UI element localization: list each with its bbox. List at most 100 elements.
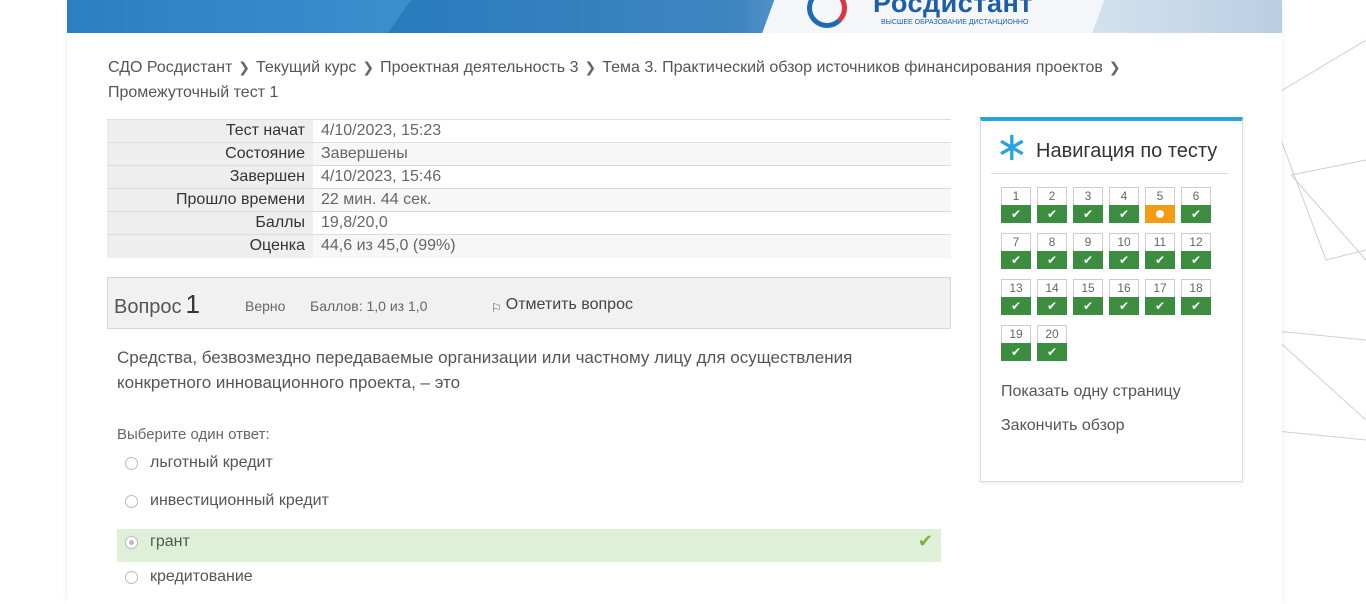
chevron-right-icon: ❯ [1108, 59, 1121, 75]
summary-label: Состояние [107, 142, 313, 166]
summary-label: Баллы [107, 211, 313, 235]
flag-question-label: Отметить вопрос [505, 296, 633, 313]
question-nav-button-2[interactable]: 2 ✔ [1037, 187, 1067, 225]
breadcrumb-item-home[interactable]: СДО Росдистант [108, 59, 232, 76]
checkmark-icon: ✔ [1037, 251, 1067, 269]
question-number: 1 [185, 289, 201, 319]
question-nav-button-8[interactable]: 8 ✔ [1037, 233, 1067, 271]
table-row: Тест начат 4/10/2023, 15:23 [107, 119, 951, 143]
logo-subtitle: ВЫСШЕЕ ОБРАЗОВАНИЕ ДИСТАНЦИОННО [881, 19, 1029, 26]
partial-dot-icon [1145, 205, 1175, 223]
quiz-navigation-block: ∗ Навигация по тесту 1 ✔ 2 ✔ 3 ✔ 4 ✔ 5 6 ✔ 7 ✔ 8 ✔ 9 ✔ 10… [980, 117, 1243, 482]
answer-option[interactable]: кредитование [117, 564, 941, 597]
breadcrumb-item-topic[interactable]: Тема 3. Практический обзор источников фи… [602, 59, 1103, 76]
checkmark-icon: ✔ [1073, 297, 1103, 315]
question-title: Вопрос 1 [114, 289, 201, 319]
summary-label: Завершен [107, 165, 313, 189]
question-nav-number: 5 [1145, 187, 1175, 205]
summary-value: 4/10/2023, 15:46 [313, 165, 951, 189]
flag-question-button[interactable]: ⚐ Отметить вопрос [491, 296, 633, 315]
answer-option-label: инвестиционный кредит [150, 492, 329, 509]
checkmark-icon: ✔ [1181, 251, 1211, 269]
question-nav-button-19[interactable]: 19 ✔ [1001, 325, 1031, 363]
checkmark-icon: ✔ [1037, 297, 1067, 315]
table-row: Завершен 4/10/2023, 15:46 [107, 165, 951, 189]
checkmark-icon: ✔ [1073, 251, 1103, 269]
question-nav-button-13[interactable]: 13 ✔ [1001, 279, 1031, 317]
table-row: Прошло времени 22 мин. 44 сек. [107, 188, 951, 212]
question-nav-number: 12 [1181, 233, 1211, 251]
question-nav-number: 9 [1073, 233, 1103, 251]
question-nav-button-7[interactable]: 7 ✔ [1001, 233, 1031, 271]
checkmark-icon: ✔ [1001, 343, 1031, 361]
question-grade: Баллов: 1,0 из 1,0 [310, 298, 428, 314]
question-nav-button-14[interactable]: 14 ✔ [1037, 279, 1067, 317]
summary-value: 44,6 из 45,0 (99%) [313, 234, 951, 258]
question-nav-number: 8 [1037, 233, 1067, 251]
question-nav-button-11[interactable]: 11 ✔ [1145, 233, 1175, 271]
table-row: Оценка 44,6 из 45,0 (99%) [107, 234, 951, 258]
question-nav-number: 13 [1001, 279, 1031, 297]
question-nav-button-18[interactable]: 18 ✔ [1181, 279, 1211, 317]
question-nav-button-10[interactable]: 10 ✔ [1109, 233, 1139, 271]
question-nav-number: 17 [1145, 279, 1175, 297]
summary-value: Завершены [313, 142, 951, 166]
question-nav-button-17[interactable]: 17 ✔ [1145, 279, 1175, 317]
checkmark-icon: ✔ [1037, 205, 1067, 223]
question-nav-number: 15 [1073, 279, 1103, 297]
question-text: Средства, безвозмездно передаваемые орга… [117, 348, 853, 392]
quiz-navigation-title: Навигация по тесту [1036, 140, 1218, 162]
flag-icon: ⚐ [491, 301, 502, 315]
asterisk-icon: ∗ [995, 125, 1029, 169]
question-nav-button-20[interactable]: 20 ✔ [1037, 325, 1067, 363]
question-nav-button-6[interactable]: 6 ✔ [1181, 187, 1211, 225]
summary-value: 19,8/20,0 [313, 211, 951, 235]
finish-review-link[interactable]: Закончить обзор [1001, 417, 1125, 435]
radio-button[interactable] [125, 495, 138, 508]
chevron-right-icon: ❯ [362, 59, 375, 75]
summary-label: Тест начат [107, 119, 313, 143]
question-nav-button-5[interactable]: 5 [1145, 187, 1175, 225]
question-nav-number: 3 [1073, 187, 1103, 205]
radio-button-selected[interactable] [125, 536, 138, 549]
divider [991, 173, 1229, 174]
answer-option-correct[interactable]: грант ✔ [117, 529, 941, 562]
attempt-summary-table: Тест начат 4/10/2023, 15:23 Состояние Заве… [107, 119, 951, 258]
question-nav-button-16[interactable]: 16 ✔ [1109, 279, 1139, 317]
show-one-page-link[interactable]: Показать одну страницу [1001, 383, 1181, 401]
question-nav-button-3[interactable]: 3 ✔ [1073, 187, 1103, 225]
table-row: Баллы 19,8/20,0 [107, 211, 951, 235]
question-nav-number: 11 [1145, 233, 1175, 251]
checkmark-icon: ✔ [1037, 343, 1067, 361]
checkmark-icon: ✔ [1073, 205, 1103, 223]
checkmark-icon: ✔ [1001, 205, 1031, 223]
breadcrumb-item-current-course[interactable]: Текущий курс [256, 59, 356, 76]
question-nav-number: 19 [1001, 325, 1031, 343]
answer-option[interactable]: инвестиционный кредит [117, 488, 941, 521]
summary-value: 22 мин. 44 сек. [313, 188, 951, 212]
question-nav-button-4[interactable]: 4 ✔ [1109, 187, 1139, 225]
question-nav-button-15[interactable]: 15 ✔ [1073, 279, 1103, 317]
question-state: Верно [245, 298, 286, 314]
question-nav-number: 1 [1001, 187, 1031, 205]
checkmark-icon: ✔ [1109, 205, 1139, 223]
checkmark-icon: ✔ [1001, 297, 1031, 315]
checkmark-icon: ✔ [1001, 251, 1031, 269]
breadcrumb-item-course[interactable]: Проектная деятельность 3 [380, 59, 578, 76]
radio-button[interactable] [125, 457, 138, 470]
question-nav-number: 14 [1037, 279, 1067, 297]
summary-label: Прошло времени [107, 188, 313, 212]
breadcrumb-item-test[interactable]: Промежуточный тест 1 [108, 84, 278, 101]
checkmark-icon: ✔ [1145, 251, 1175, 269]
question-nav-number: 2 [1037, 187, 1067, 205]
question-nav-button-9[interactable]: 9 ✔ [1073, 233, 1103, 271]
answer-option-label: льготный кредит [150, 454, 273, 471]
checkmark-icon: ✔ [1109, 251, 1139, 269]
question-nav-button-1[interactable]: 1 ✔ [1001, 187, 1031, 225]
answer-option[interactable]: льготный кредит [117, 450, 941, 483]
question-nav-button-12[interactable]: 12 ✔ [1181, 233, 1211, 271]
question-nav-number: 10 [1109, 233, 1139, 251]
chevron-right-icon: ❯ [238, 59, 251, 75]
radio-button[interactable] [125, 571, 138, 584]
breadcrumb: СДО Росдистант ❯ Текущий курс ❯ Проектная де… [108, 55, 1228, 105]
